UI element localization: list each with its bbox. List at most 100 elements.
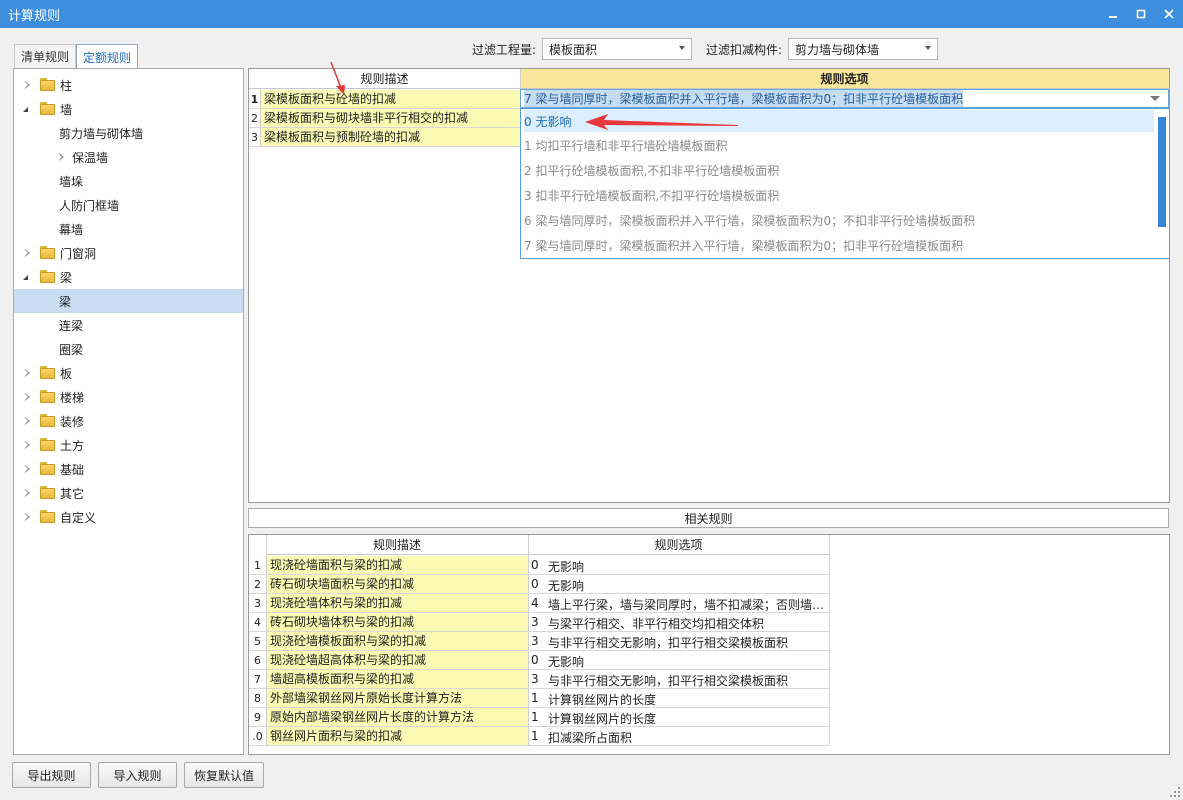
collapsed-arrow-icon[interactable] bbox=[25, 441, 30, 449]
related-rule-option[interactable]: 计算钢丝网片的长度 bbox=[548, 710, 827, 727]
member-filter-select[interactable]: 剪力墙与砌体墙 bbox=[788, 38, 939, 60]
folder-icon bbox=[40, 246, 55, 259]
related-rule-option[interactable]: 与非平行相交无影响，扣平行相交梁模板面积 bbox=[548, 672, 827, 689]
collapsed-arrow-icon[interactable] bbox=[25, 81, 30, 89]
related-rule-option[interactable]: 墙上平行梁，墙与梁同厚时，墙不扣减梁；否则墙… bbox=[548, 596, 827, 613]
related-rule-code: 4 bbox=[531, 596, 539, 610]
dropdown-option[interactable]: 2 扣平行砼墙模板面积,不扣非平行砼墙模板面积 bbox=[524, 159, 779, 181]
maximize-button[interactable] bbox=[1127, 0, 1155, 28]
related-rule-code: 1 bbox=[531, 710, 539, 724]
expanded-arrow-icon[interactable] bbox=[23, 275, 28, 280]
tree-node-label: 剪力墙与砌体墙 bbox=[59, 127, 144, 141]
related-rule-description-cell[interactable]: 墙超高模板面积与梁的扣减 bbox=[267, 670, 528, 688]
tree-node[interactable]: 剪力墙与砌体墙 bbox=[14, 121, 243, 145]
related-rule-description-cell[interactable]: 原始内部墙梁钢丝网片长度的计算方法 bbox=[267, 708, 528, 726]
tree-node[interactable]: 柱 bbox=[14, 73, 243, 97]
tree-node-label: 梁 bbox=[59, 295, 72, 309]
tree-node[interactable]: 自定义 bbox=[14, 505, 243, 529]
related-rule-description-cell[interactable]: 砖石砌块墙体积与梁的扣减 bbox=[267, 613, 528, 631]
chevron-down-icon bbox=[679, 46, 686, 50]
collapsed-arrow-icon[interactable] bbox=[25, 465, 30, 473]
import-rules-button[interactable]: 导入规则 bbox=[98, 762, 177, 788]
related-rule-option[interactable]: 与非平行相交无影响，扣平行相交梁模板面积 bbox=[548, 634, 827, 651]
tree-node[interactable]: 梁 bbox=[14, 265, 243, 289]
collapsed-arrow-icon[interactable] bbox=[25, 393, 30, 401]
collapsed-arrow-icon[interactable] bbox=[25, 489, 30, 497]
rule-description-cell[interactable]: 梁模板面积与预制砼墙的扣减 bbox=[261, 128, 520, 146]
tab-quota-rules[interactable]: 定额规则 bbox=[76, 44, 139, 69]
related-rule-description-cell[interactable]: 现浇砼墙体积与梁的扣减 bbox=[267, 594, 528, 612]
minimize-icon bbox=[1109, 16, 1117, 18]
folder-icon bbox=[40, 510, 55, 523]
dropdown-option[interactable]: 3 扣非平行砼墙模板面积,不扣平行砼墙模板面积 bbox=[524, 184, 779, 206]
tree-node-label: 板 bbox=[60, 367, 73, 381]
tree-node[interactable]: 保温墙 bbox=[14, 145, 243, 169]
rule-description-cell[interactable]: 梁模板面积与砼墙的扣减 bbox=[261, 90, 520, 108]
tree-node[interactable]: 土方 bbox=[14, 433, 243, 457]
collapsed-arrow-icon[interactable] bbox=[59, 153, 64, 161]
rule-description-cell[interactable]: 梁模板面积与砌块墙非平行相交的扣减 bbox=[261, 109, 520, 127]
tree-node[interactable]: 门窗洞 bbox=[14, 241, 243, 265]
related-rule-option[interactable]: 与梁平行相交、非平行相交均扣相交体积 bbox=[548, 615, 827, 632]
related-rule-description-cell[interactable]: 现浇砼墙面积与梁的扣减 bbox=[267, 556, 528, 574]
row-number: .0 bbox=[252, 730, 263, 743]
rules-col-option-header: 规则选项 bbox=[520, 69, 1169, 89]
tab-bill-rules[interactable]: 清单规则 bbox=[14, 44, 77, 68]
rule-option-editor[interactable]: 7 梁与墙同厚时，梁模板面积并入平行墙，梁模板面积为0；扣非平行砼墙模板面积 bbox=[520, 89, 1169, 108]
tree-node-label: 人防门框墙 bbox=[59, 199, 120, 213]
related-rule-description-cell[interactable]: 钢丝网片面积与梁的扣减 bbox=[267, 727, 528, 745]
tree-node[interactable]: 梁 bbox=[14, 289, 243, 313]
quantity-filter-select[interactable]: 模板面积 bbox=[542, 38, 693, 60]
chevron-down-icon bbox=[925, 46, 932, 50]
resize-grip-icon[interactable] bbox=[1170, 787, 1180, 797]
restore-defaults-button[interactable]: 恢复默认值 bbox=[184, 762, 264, 788]
dropdown-scrollbar[interactable] bbox=[1158, 117, 1166, 227]
related-rule-code: 1 bbox=[531, 729, 539, 743]
close-button[interactable] bbox=[1155, 0, 1183, 28]
dropdown-option[interactable]: 6 梁与墙同厚时，梁模板面积并入平行墙，梁模板面积为0；不扣非平行砼墙模板面积 bbox=[524, 209, 975, 231]
minimize-button[interactable] bbox=[1099, 0, 1127, 28]
maximize-icon bbox=[1136, 9, 1146, 19]
tree-node[interactable]: 墙 bbox=[14, 97, 243, 121]
collapsed-arrow-icon[interactable] bbox=[25, 249, 30, 257]
collapsed-arrow-icon[interactable] bbox=[25, 513, 30, 521]
row-number: 5 bbox=[254, 635, 261, 648]
related-rule-option[interactable]: 无影响 bbox=[548, 558, 827, 575]
tree-node[interactable]: 楼梯 bbox=[14, 385, 243, 409]
collapsed-arrow-icon[interactable] bbox=[25, 417, 30, 425]
tree-node[interactable]: 连梁 bbox=[14, 313, 243, 337]
tree-node-label: 门窗洞 bbox=[60, 247, 97, 261]
row-number: 1 bbox=[254, 559, 261, 572]
related-rule-description-cell[interactable]: 现浇砼墙超高体积与梁的扣减 bbox=[267, 651, 528, 669]
related-rule-description-cell[interactable]: 外部墙梁钢丝网片原始长度计算方法 bbox=[267, 689, 528, 707]
related-rule-code: 0 bbox=[531, 577, 539, 591]
folder-icon bbox=[40, 486, 55, 499]
collapsed-arrow-icon[interactable] bbox=[25, 369, 30, 377]
tree-node[interactable]: 基础 bbox=[14, 457, 243, 481]
export-rules-button[interactable]: 导出规则 bbox=[12, 762, 91, 788]
related-rule-description-cell[interactable]: 砖石砌块墙面积与梁的扣减 bbox=[267, 575, 528, 593]
tree-node[interactable]: 装修 bbox=[14, 409, 243, 433]
tree-node[interactable]: 幕墙 bbox=[14, 217, 243, 241]
tree-node-label: 连梁 bbox=[59, 319, 84, 333]
row-number: 8 bbox=[254, 692, 261, 705]
dropdown-option[interactable]: 1 均扣平行墙和非平行墙砼墙模板面积 bbox=[524, 134, 727, 156]
related-rule-description-cell[interactable]: 现浇砼墙模板面积与梁的扣减 bbox=[267, 632, 528, 650]
dropdown-arrow-icon[interactable] bbox=[1150, 96, 1160, 101]
related-rule-option[interactable]: 无影响 bbox=[548, 653, 827, 670]
tree-node-label: 基础 bbox=[60, 463, 85, 477]
dropdown-option[interactable]: 7 梁与墙同厚时，梁模板面积并入平行墙，梁模板面积为0；扣非平行砼墙模板面积 bbox=[524, 234, 963, 256]
related-rule-option[interactable]: 无影响 bbox=[548, 577, 827, 594]
related-rule-option[interactable]: 扣减梁所占面积 bbox=[548, 729, 827, 746]
tree-node[interactable]: 人防门框墙 bbox=[14, 193, 243, 217]
tree-node[interactable]: 墙垛 bbox=[14, 169, 243, 193]
tree-node[interactable]: 圈梁 bbox=[14, 337, 243, 361]
row-number: 3 bbox=[251, 131, 258, 144]
tree-node-label: 梁 bbox=[60, 271, 73, 285]
quantity-filter: 过滤工程量: 模板面积 bbox=[472, 38, 693, 60]
quantity-filter-label: 过滤工程量: bbox=[472, 42, 537, 57]
tree-node[interactable]: 其它 bbox=[14, 481, 243, 505]
related-rule-option[interactable]: 计算钢丝网片的长度 bbox=[548, 691, 827, 708]
tree-node[interactable]: 板 bbox=[14, 361, 243, 385]
expanded-arrow-icon[interactable] bbox=[23, 107, 28, 112]
